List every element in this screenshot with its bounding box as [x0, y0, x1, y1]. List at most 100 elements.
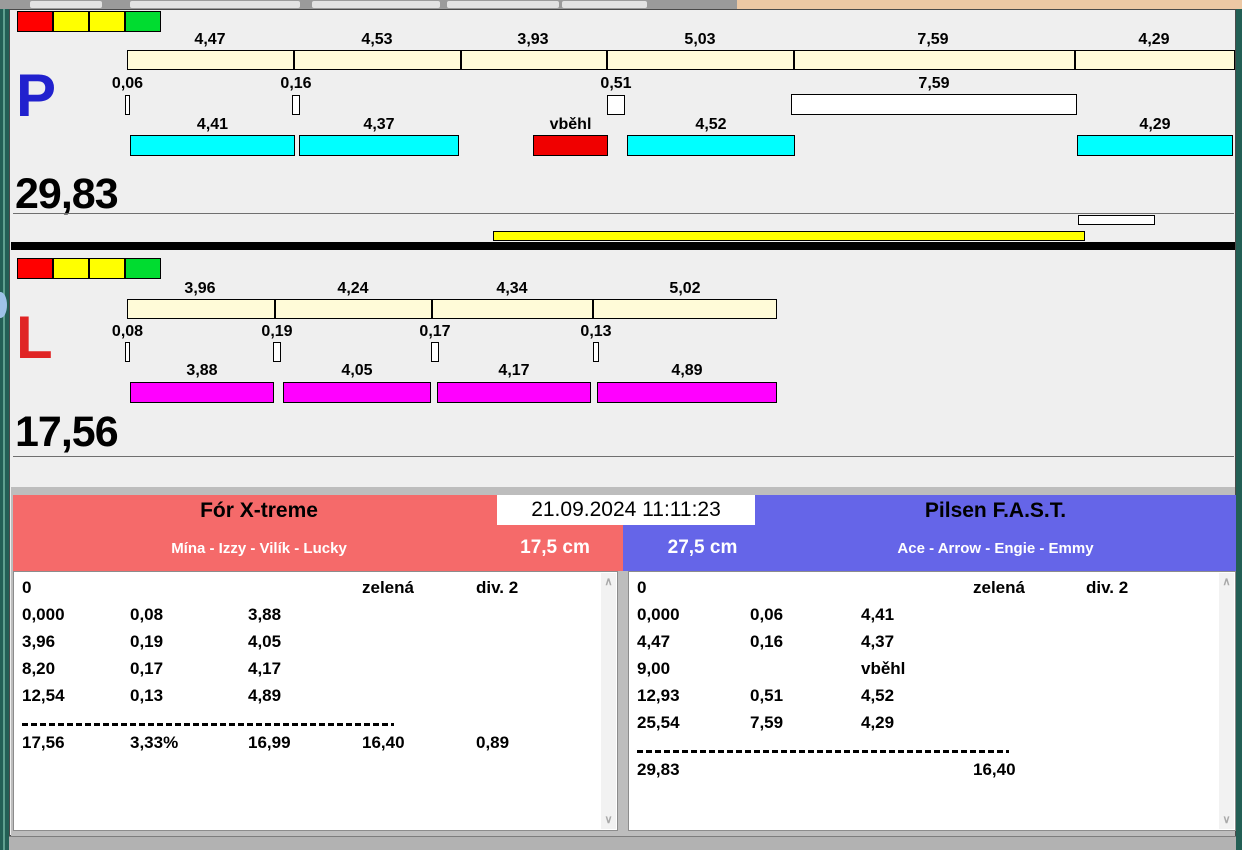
- background-toolbar-segment: [30, 1, 102, 8]
- background-toolbar-segment: [130, 1, 300, 8]
- table-cell: 4,37: [861, 632, 895, 651]
- split-tick: [606, 50, 608, 70]
- split-time-label: 4,34: [496, 280, 528, 297]
- split-time-label: 5,03: [684, 31, 716, 48]
- background-right-edge: [1236, 9, 1242, 850]
- table-cell: 3,88: [248, 605, 282, 624]
- lane-divider: [11, 242, 1235, 250]
- split-time-label: 7,59: [917, 31, 949, 48]
- run-time-label: vběhl: [549, 116, 592, 133]
- background-toolbar-segment: [447, 1, 559, 8]
- start-marker-label: 0,08: [111, 323, 144, 340]
- start-marker-label: 0,13: [580, 323, 612, 340]
- run-bar: [627, 135, 795, 156]
- table-cell: zelená: [362, 578, 414, 597]
- split-time-label: 4,53: [361, 31, 393, 48]
- run-bar: [130, 382, 274, 403]
- traffic-light-yellow2-l: [89, 258, 125, 279]
- table-cell: vběhl: [861, 659, 906, 678]
- start-marker: [593, 342, 599, 362]
- scroll-up-icon[interactable]: ∧: [601, 575, 616, 589]
- results-table-left: ∧ ∨: [13, 571, 618, 831]
- run-time-label: 4,29: [1139, 116, 1171, 133]
- run-time-label: 3,88: [186, 362, 218, 379]
- traffic-light-yellow2-p: [89, 11, 125, 32]
- table-cell: div. 2: [476, 578, 519, 597]
- split-time-label: 4,24: [337, 280, 369, 297]
- start-marker: [125, 342, 130, 362]
- panel-total-l: 17,56: [15, 408, 119, 456]
- start-marker: [607, 95, 625, 115]
- scroll-down-icon[interactable]: ∨: [1219, 813, 1234, 827]
- jump-height-left: 17,5 cm: [520, 537, 590, 558]
- rerun-gap-bar: [791, 94, 1077, 115]
- table-cell: 9,00: [637, 659, 671, 678]
- run-time-label: 4,17: [498, 362, 530, 379]
- scroll-up-icon[interactable]: ∧: [1219, 575, 1234, 589]
- table-cell: 29,83: [637, 760, 680, 779]
- datetime-display: 21.09.2024 11:11:23: [497, 495, 755, 525]
- background-desktop-strip: [737, 0, 1242, 9]
- scrollbar-right[interactable]: ∧ ∨: [1219, 573, 1234, 829]
- split-tick: [293, 50, 295, 70]
- run-time-label: 4,89: [671, 362, 703, 379]
- table-cell: 4,47: [637, 632, 671, 651]
- panel-divider-line: [13, 456, 1234, 457]
- run-bar: [533, 135, 608, 156]
- table-cell: 25,54: [637, 713, 680, 732]
- scrollbar-left[interactable]: ∧ ∨: [601, 573, 616, 829]
- results-table-right: ∧ ∨: [628, 571, 1236, 831]
- start-marker-label: 0,17: [419, 323, 451, 340]
- progress-white-rect: [1078, 215, 1155, 225]
- team-name-left: Fór X-treme: [200, 499, 318, 522]
- table-cell: 12,93: [637, 686, 680, 705]
- table-cell: 16,40: [362, 733, 405, 752]
- progress-yellow-bar: [493, 231, 1085, 241]
- table-cell: 7,59: [750, 713, 784, 732]
- dash-line: [637, 750, 1009, 753]
- traffic-light-green-p: [125, 11, 161, 32]
- team-name-right: Pilsen F.A.S.T.: [924, 499, 1067, 522]
- table-cell: 4,05: [248, 632, 282, 651]
- table-cell: 0,16: [750, 632, 784, 651]
- run-time-label: 4,41: [196, 116, 229, 133]
- team-dogs-right: Ace - Arrow - Engie - Emmy: [897, 540, 1094, 557]
- traffic-light-red-p: [17, 11, 53, 32]
- panel-total-p: 29,83: [15, 170, 119, 218]
- table-cell: div. 2: [1086, 578, 1129, 597]
- rerun-gap-label: 7,59: [918, 75, 950, 92]
- split-tick: [274, 299, 276, 319]
- background-left-edge-line: [3, 9, 5, 850]
- traffic-light-red-l: [17, 258, 53, 279]
- scroll-down-icon[interactable]: ∨: [601, 813, 616, 827]
- team-dogs-left: Mína - Izzy - Vilík - Lucky: [171, 540, 347, 557]
- table-cell: 4,17: [248, 659, 282, 678]
- table-cell: 4,29: [861, 713, 895, 732]
- table-cell: 0,000: [637, 605, 680, 624]
- run-bar: [1077, 135, 1233, 156]
- run-time-label: 4,05: [341, 362, 373, 379]
- table-cell: 8,20: [22, 659, 56, 678]
- start-marker: [273, 342, 281, 362]
- split-tick: [460, 50, 462, 70]
- run-time-label: 4,52: [695, 116, 727, 133]
- jump-height-right: 27,5 cm: [667, 537, 738, 558]
- flyball-timing-app: Fór X-treme Pilsen F.A.S.T. Mína - Izzy …: [0, 0, 1242, 850]
- run-bar: [130, 135, 295, 156]
- split-time-label: 4,47: [194, 31, 226, 48]
- table-cell: 16,99: [248, 733, 291, 752]
- window-bottom-strip: [9, 836, 1236, 850]
- traffic-light-yellow1-l: [53, 258, 89, 279]
- table-cell: 0: [22, 578, 32, 597]
- split-time-label: 3,96: [184, 280, 216, 297]
- split-time-label: 4,29: [1138, 31, 1170, 48]
- split-bar-l: [127, 299, 777, 319]
- table-cell: 16,40: [973, 760, 1016, 779]
- run-time-label: 4,37: [363, 116, 395, 133]
- table-cell: 0,13: [130, 686, 164, 705]
- start-marker: [431, 342, 439, 362]
- panel-divider-line: [13, 213, 1234, 214]
- split-time-label: 5,02: [669, 280, 701, 297]
- table-cell: 0,000: [22, 605, 65, 624]
- split-tick: [431, 299, 433, 319]
